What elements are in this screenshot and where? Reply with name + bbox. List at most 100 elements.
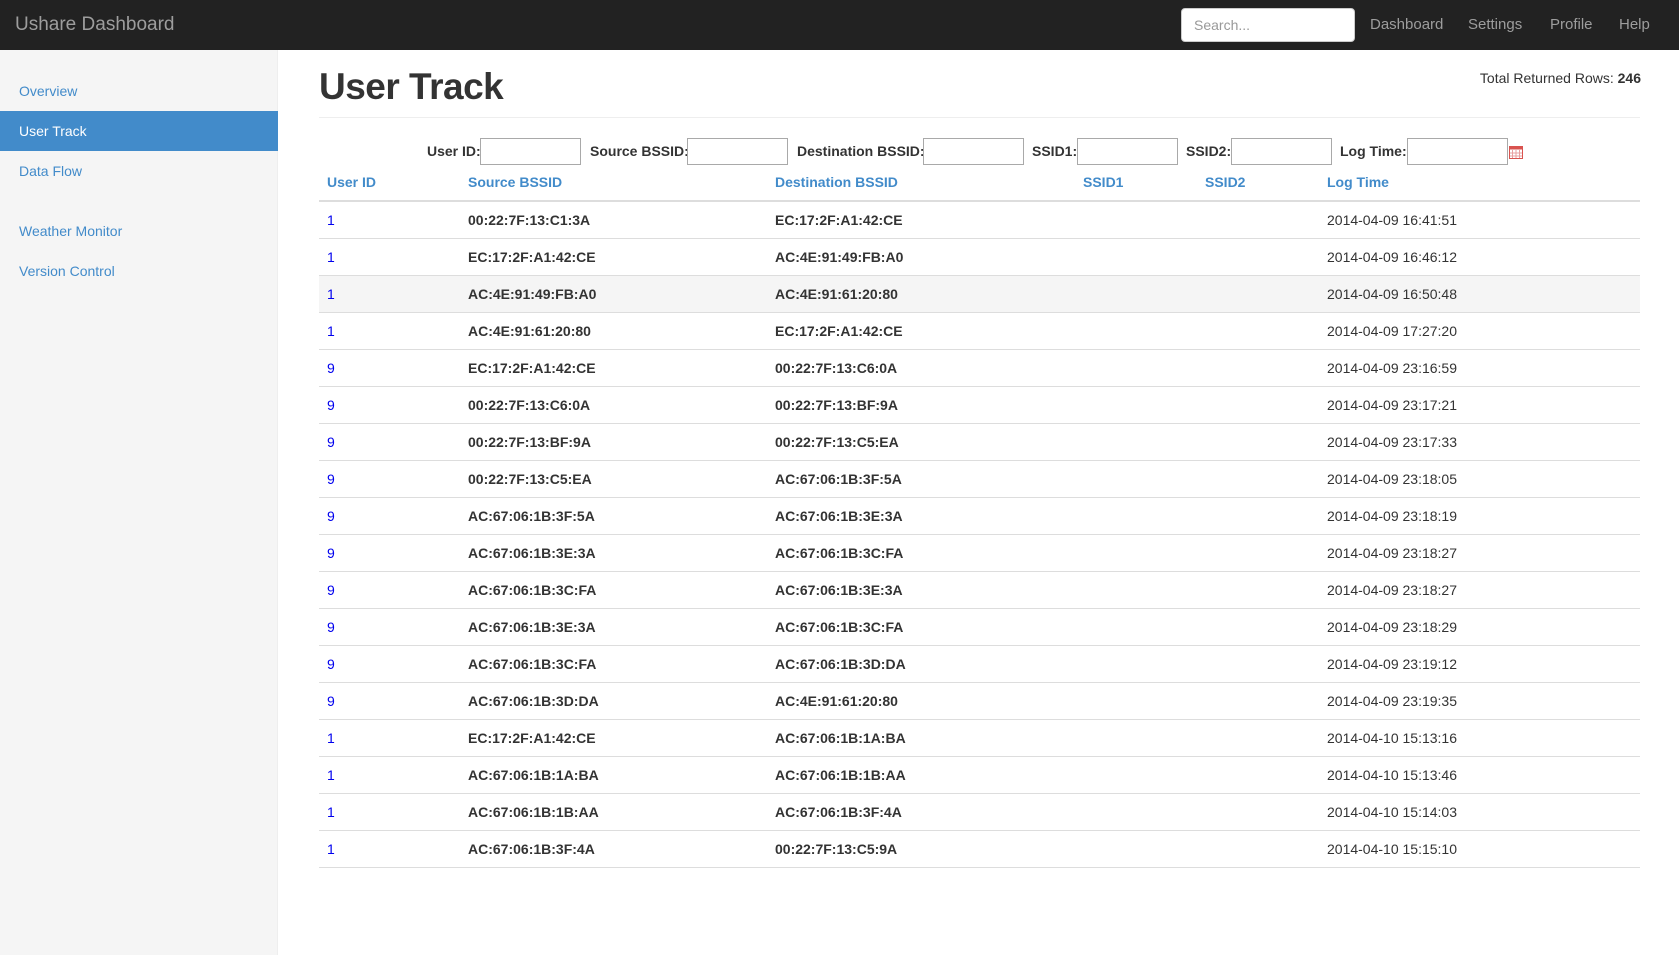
cell-source-bssid: AC:67:06:1B:1A:BA — [468, 767, 599, 783]
column-header-log-time[interactable]: Log Time — [1327, 174, 1389, 190]
column-header-ssid2[interactable]: SSID2 — [1205, 174, 1245, 190]
cell-destination-bssid: AC:4E:91:61:20:80 — [775, 693, 898, 709]
column-header-user-id[interactable]: User ID — [327, 174, 376, 190]
total-rows: Total Returned Rows: 246 — [1480, 70, 1641, 86]
cell-source-bssid: AC:67:06:1B:3E:3A — [468, 545, 596, 561]
column-header-ssid1[interactable]: SSID1 — [1083, 174, 1123, 190]
cell-destination-bssid: 00:22:7F:13:C6:0A — [775, 360, 898, 376]
cell-user-id[interactable]: 9 — [327, 609, 335, 646]
sidebar-item-weather-monitor[interactable]: Weather Monitor — [0, 211, 278, 251]
cell-user-id[interactable]: 1 — [327, 239, 335, 276]
top-navbar: Ushare Dashboard Dashboard Settings Prof… — [0, 0, 1679, 50]
cell-user-id[interactable]: 1 — [327, 313, 335, 350]
cell-destination-bssid: 00:22:7F:13:C5:EA — [775, 434, 899, 450]
total-rows-label: Total Returned Rows: — [1479, 70, 1614, 86]
table-row[interactable]: 1 EC:17:2F:A1:42:CE AC:67:06:1B:1A:BA 2014-… — [319, 720, 1640, 757]
search-input[interactable] — [1181, 8, 1355, 42]
brand-title[interactable]: Ushare Dashboard — [15, 0, 174, 50]
cell-user-id[interactable]: 9 — [327, 535, 335, 572]
cell-user-id[interactable]: 9 — [327, 683, 335, 720]
filter-destination-bssid-input[interactable] — [923, 138, 1024, 165]
cell-log-time: 2014-04-09 16:46:12 — [1327, 249, 1457, 265]
divider — [319, 117, 1640, 118]
cell-user-id[interactable]: 9 — [327, 646, 335, 683]
table-row[interactable]: 9 00:22:7F:13:C6:0A 00:22:7F:13:BF:9A 2014-… — [319, 387, 1640, 424]
nav-profile[interactable]: Profile — [1550, 0, 1593, 50]
cell-user-id[interactable]: 9 — [327, 424, 335, 461]
filter-ssid2-input[interactable] — [1231, 138, 1332, 165]
cell-source-bssid: 00:22:7F:13:C5:EA — [468, 471, 592, 487]
cell-user-id[interactable]: 9 — [327, 350, 335, 387]
filter-log-time-input[interactable] — [1407, 138, 1508, 165]
filter-label-destination-bssid: Destination BSSID: — [797, 143, 925, 159]
table-row[interactable]: 1 AC:67:06:1B:1B:AA AC:67:06:1B:3F:4A 2014-… — [319, 794, 1640, 831]
table-row[interactable]: 9 EC:17:2F:A1:42:CE 00:22:7F:13:C6:0A 2014-… — [319, 350, 1640, 387]
cell-log-time: 2014-04-09 17:27:20 — [1327, 323, 1457, 339]
cell-destination-bssid: AC:67:06:1B:1A:BA — [775, 730, 906, 746]
cell-source-bssid: AC:4E:91:61:20:80 — [468, 323, 591, 339]
cell-user-id[interactable]: 1 — [327, 794, 335, 831]
cell-user-id[interactable]: 9 — [327, 498, 335, 535]
cell-user-id[interactable]: 1 — [327, 831, 335, 868]
filter-label-user-id: User ID: — [427, 143, 481, 159]
cell-user-id[interactable]: 1 — [327, 276, 335, 313]
cell-log-time: 2014-04-09 23:18:05 — [1327, 471, 1457, 487]
cell-source-bssid: AC:67:06:1B:3F:5A — [468, 508, 595, 524]
cell-log-time: 2014-04-09 23:18:29 — [1327, 619, 1457, 635]
cell-source-bssid: EC:17:2F:A1:42:CE — [468, 249, 596, 265]
cell-source-bssid: AC:67:06:1B:3C:FA — [468, 656, 597, 672]
cell-destination-bssid: AC:67:06:1B:3E:3A — [775, 582, 903, 598]
cell-log-time: 2014-04-10 15:13:16 — [1327, 730, 1457, 746]
cell-log-time: 2014-04-10 15:13:46 — [1327, 767, 1457, 783]
cell-log-time: 2014-04-09 16:50:48 — [1327, 286, 1457, 302]
cell-log-time: 2014-04-09 23:18:27 — [1327, 582, 1457, 598]
column-header-source-bssid[interactable]: Source BSSID — [468, 174, 562, 190]
nav-dashboard[interactable]: Dashboard — [1370, 0, 1443, 50]
cell-source-bssid: AC:67:06:1B:3E:3A — [468, 619, 596, 635]
filter-ssid1-input[interactable] — [1077, 138, 1178, 165]
cell-source-bssid: AC:67:06:1B:3C:FA — [468, 582, 597, 598]
filter-source-bssid-input[interactable] — [687, 138, 788, 165]
cell-destination-bssid: EC:17:2F:A1:42:CE — [775, 212, 903, 228]
cell-user-id[interactable]: 1 — [327, 202, 335, 239]
nav-help[interactable]: Help — [1619, 0, 1650, 50]
column-header-destination-bssid[interactable]: Destination BSSID — [775, 174, 898, 190]
nav-settings[interactable]: Settings — [1468, 0, 1522, 50]
table-row[interactable]: 9 AC:67:06:1B:3F:5A AC:67:06:1B:3E:3A 2014-… — [319, 498, 1640, 535]
cell-destination-bssid: AC:67:06:1B:3D:DA — [775, 656, 906, 672]
table-row[interactable]: 1 EC:17:2F:A1:42:CE AC:4E:91:49:FB:A0 2014-… — [319, 239, 1640, 276]
calendar-icon[interactable] — [1509, 146, 1523, 159]
cell-user-id[interactable]: 9 — [327, 387, 335, 424]
table-row[interactable]: 1 00:22:7F:13:C1:3A EC:17:2F:A1:42:CE 2014-… — [319, 202, 1640, 239]
sidebar-item-version-control[interactable]: Version Control — [0, 251, 278, 291]
cell-destination-bssid: AC:67:06:1B:1B:AA — [775, 767, 906, 783]
cell-source-bssid: EC:17:2F:A1:42:CE — [468, 360, 596, 376]
cell-user-id[interactable]: 9 — [327, 461, 335, 498]
table-row[interactable]: 1 AC:67:06:1B:3F:4A 00:22:7F:13:C5:9A 2014-… — [319, 831, 1640, 868]
cell-destination-bssid: AC:4E:91:49:FB:A0 — [775, 249, 904, 265]
cell-source-bssid: AC:67:06:1B:1B:AA — [468, 804, 599, 820]
table-row[interactable]: 9 AC:67:06:1B:3C:FA AC:67:06:1B:3D:DA 2014-… — [319, 646, 1640, 683]
sidebar-item-user-track[interactable]: User Track — [0, 111, 278, 151]
table-row[interactable]: 1 AC:4E:91:49:FB:A0 AC:4E:91:61:20:80 2014-… — [319, 276, 1640, 313]
table-row[interactable]: 9 00:22:7F:13:BF:9A 00:22:7F:13:C5:EA 2014-… — [319, 424, 1640, 461]
cell-user-id[interactable]: 1 — [327, 757, 335, 794]
cell-log-time: 2014-04-09 16:41:51 — [1327, 212, 1457, 228]
table-row[interactable]: 1 AC:67:06:1B:1A:BA AC:67:06:1B:1B:AA 2014-… — [319, 757, 1640, 794]
table-row[interactable]: 1 AC:4E:91:61:20:80 EC:17:2F:A1:42:CE 2014-… — [319, 313, 1640, 350]
table-row[interactable]: 9 AC:67:06:1B:3C:FA AC:67:06:1B:3E:3A 2014-… — [319, 572, 1640, 609]
table-row[interactable]: 9 00:22:7F:13:C5:EA AC:67:06:1B:3F:5A 2014-… — [319, 461, 1640, 498]
cell-user-id[interactable]: 9 — [327, 572, 335, 609]
table-row[interactable]: 9 AC:67:06:1B:3E:3A AC:67:06:1B:3C:FA 2014-… — [319, 609, 1640, 646]
cell-user-id[interactable]: 1 — [327, 720, 335, 757]
cell-log-time: 2014-04-09 23:16:59 — [1327, 360, 1457, 376]
sidebar-item-data-flow[interactable]: Data Flow — [0, 151, 278, 191]
sidebar-item-overview[interactable]: Overview — [0, 71, 278, 111]
filter-user-id-input[interactable] — [480, 138, 581, 165]
cell-source-bssid: 00:22:7F:13:BF:9A — [468, 434, 591, 450]
cell-destination-bssid: 00:22:7F:13:BF:9A — [775, 397, 898, 413]
filter-label-source-bssid: Source BSSID: — [590, 143, 689, 159]
table-row[interactable]: 9 AC:67:06:1B:3D:DA AC:4E:91:61:20:80 2014-… — [319, 683, 1640, 720]
cell-destination-bssid: AC:67:06:1B:3F:5A — [775, 471, 902, 487]
table-row[interactable]: 9 AC:67:06:1B:3E:3A AC:67:06:1B:3C:FA 2014-… — [319, 535, 1640, 572]
